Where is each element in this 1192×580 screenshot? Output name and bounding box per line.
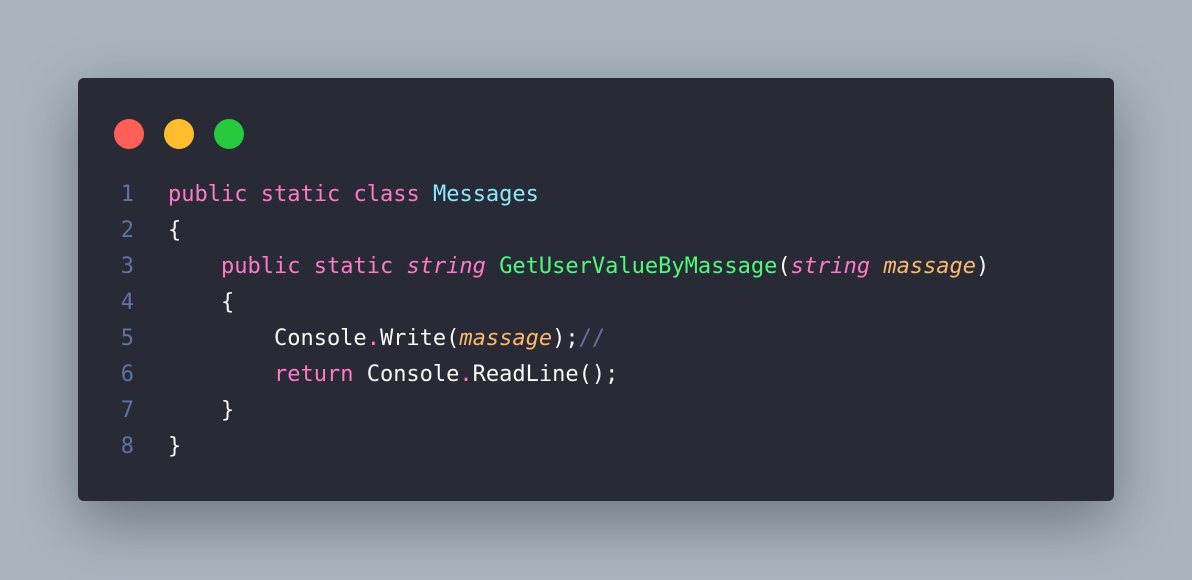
code-line: 1 public static class Messages [78,177,1114,213]
identifier-token: Console [168,326,367,351]
paren-token: ( [777,254,791,279]
type-token: string [406,254,486,279]
minimize-dot-icon[interactable] [164,119,194,149]
class-name-token: Messages [432,182,539,207]
line-content: public static string GetUserValueByMassa… [134,249,989,285]
indent-token [168,254,221,279]
identifier-token: Console [353,362,460,387]
code-line: 8 } [78,429,1114,465]
parameter-token: massage [459,326,553,351]
brace-token: { [168,218,182,243]
paren-token: ) [976,254,990,279]
line-content: Console.Write(massage);// [134,321,605,357]
identifier-token: Write( [379,326,460,351]
code-line: 3 public static string GetUserValueByMas… [78,249,1114,285]
line-content: { [134,285,234,321]
line-content: } [134,393,234,429]
code-line: 5 Console.Write(massage);// [78,321,1114,357]
comment-token: // [578,326,606,351]
keyword-token: public [168,182,248,207]
line-number: 8 [120,434,134,459]
function-name-token: GetUserValueByMassage [499,254,778,279]
line-number: 1 [120,182,134,207]
indent-token [168,362,274,387]
brace-token: } [168,398,235,423]
brace-token: } [168,434,182,459]
operator-token: . [366,326,380,351]
line-content: { [134,213,181,249]
line-number: 6 [120,362,134,387]
keyword-token: return [273,362,354,387]
code-line: 7 } [78,393,1114,429]
maximize-dot-icon[interactable] [214,119,244,149]
code-line: 4 { [78,285,1114,321]
line-content: return Console.ReadLine(); [134,357,618,393]
line-number: 2 [120,218,134,243]
close-dot-icon[interactable] [114,119,144,149]
parameter-token: massage [883,254,977,279]
keyword-token: static [313,254,394,279]
code-line: 6 return Console.ReadLine(); [78,357,1114,393]
line-content: public static class Messages [134,177,539,213]
line-number: 3 [120,254,134,279]
code-block: 1 public static class Messages 2 { 3 pub… [78,177,1114,465]
keyword-token: static [260,182,341,207]
operator-token: . [459,362,473,387]
identifier-token: ReadLine(); [472,362,619,387]
keyword-token: public [220,254,301,279]
code-line: 2 { [78,213,1114,249]
line-number: 7 [120,398,134,423]
window-controls [114,119,244,149]
punctuation-token: ); [552,326,579,351]
line-content: } [134,429,181,465]
keyword-token: class [353,182,420,207]
brace-token: { [168,290,235,315]
line-number: 5 [120,326,134,351]
line-number: 4 [120,290,134,315]
type-token: string [790,254,871,279]
code-window: 1 public static class Messages 2 { 3 pub… [78,78,1114,501]
